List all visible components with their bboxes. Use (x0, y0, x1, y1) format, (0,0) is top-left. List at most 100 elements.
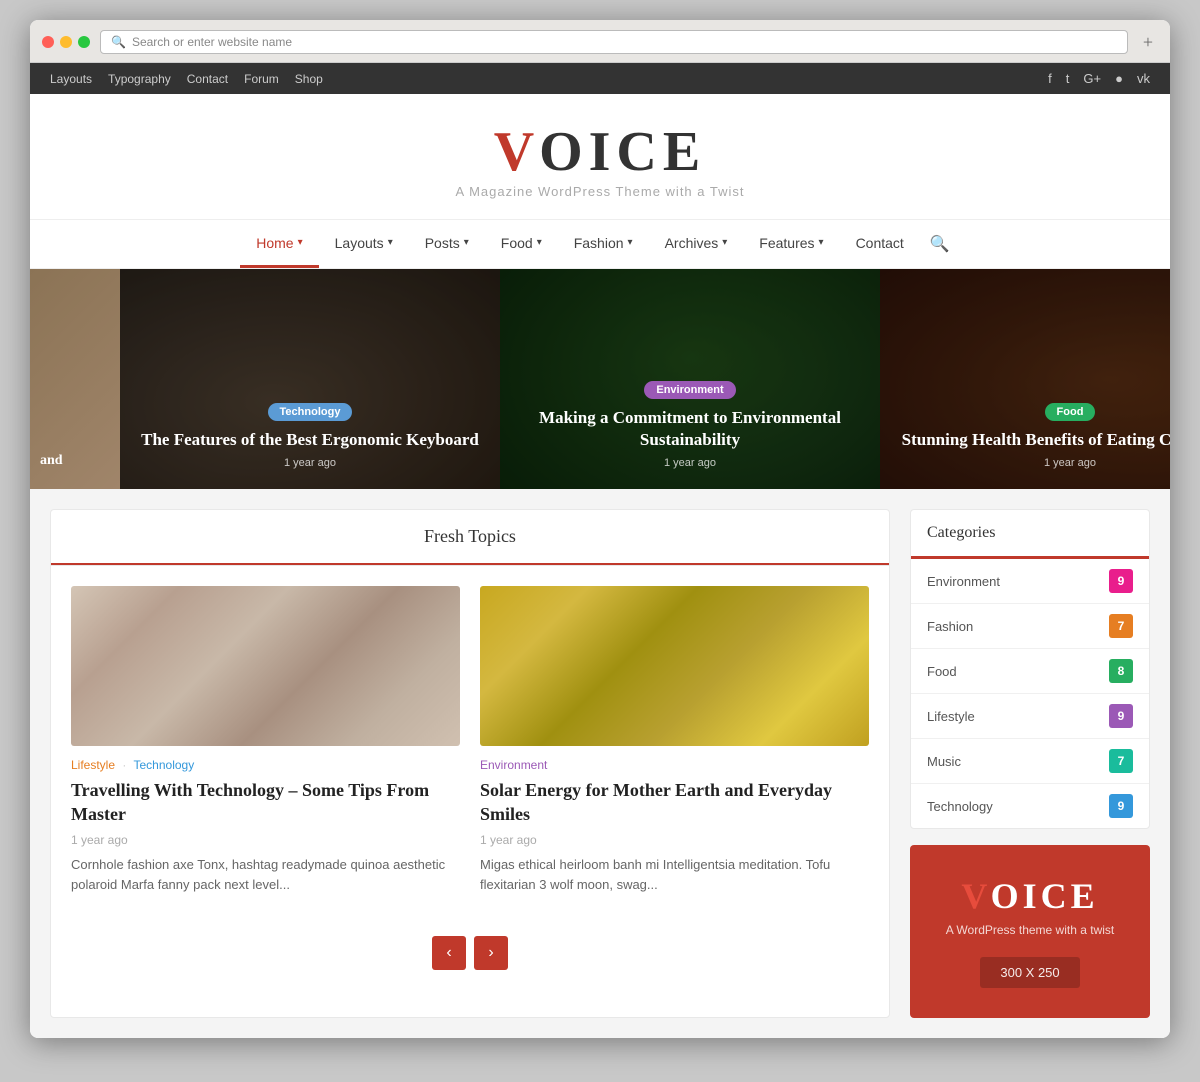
category-item-lifestyle[interactable]: Lifestyle 9 (911, 694, 1149, 739)
nav-item-features[interactable]: Features ▾ (743, 221, 839, 268)
googleplus-icon[interactable]: G+ (1083, 71, 1101, 86)
article-2-cat-environment[interactable]: Environment (480, 758, 547, 772)
category-count-environment: 9 (1109, 569, 1133, 593)
slide-1-title: The Features of the Best Ergonomic Keybo… (135, 429, 485, 451)
category-item-food[interactable]: Food 8 (911, 649, 1149, 694)
fresh-topics-title: Fresh Topics (424, 526, 516, 546)
fresh-topics-header: Fresh Topics (51, 510, 889, 566)
nav-item-contact[interactable]: Contact (840, 221, 920, 268)
category-name-lifestyle: Lifestyle (927, 709, 975, 724)
nav-item-home[interactable]: Home ▾ (240, 221, 318, 268)
article-1-cat-technology[interactable]: Technology (134, 758, 195, 772)
category-item-music[interactable]: Music 7 (911, 739, 1149, 784)
category-name-technology: Technology (927, 799, 993, 814)
category-item-fashion[interactable]: Fashion 7 (911, 604, 1149, 649)
ad-size: 300 X 250 (980, 957, 1079, 988)
new-tab-button[interactable]: + (1138, 32, 1158, 52)
next-page-button[interactable]: › (474, 936, 508, 970)
carousel-slide-1[interactable]: Technology The Features of the Best Ergo… (120, 269, 500, 489)
topbar-link-typography[interactable]: Typography (108, 72, 171, 86)
chevron-down-icon: ▾ (537, 237, 542, 248)
social-links: f t G+ ● vk (1048, 71, 1150, 86)
pagination: ‹ › (51, 916, 889, 990)
topbar-link-forum[interactable]: Forum (244, 72, 279, 86)
ad-tagline: A WordPress theme with a twist (930, 923, 1130, 937)
site-tagline: A Magazine WordPress Theme with a Twist (50, 184, 1150, 199)
article-2-categories: Environment (480, 758, 869, 772)
minimize-button[interactable] (60, 36, 72, 48)
main-nav: Home ▾ Layouts ▾ Posts ▾ Food ▾ Fashion … (30, 219, 1170, 269)
top-bar: Layouts Typography Contact Forum Shop f … (30, 63, 1170, 94)
ad-logo-v: V (961, 876, 990, 916)
maximize-button[interactable] (78, 36, 90, 48)
slide-2-content: Environment Making a Commitment to Envir… (500, 380, 880, 469)
browser-window: 🔍 Search or enter website name + Layouts… (30, 20, 1170, 1038)
prev-page-button[interactable]: ‹ (432, 936, 466, 970)
logo-v: V (494, 121, 539, 183)
nav-item-archives[interactable]: Archives ▾ (649, 221, 744, 268)
article-2-excerpt: Migas ethical heirloom banh mi Intellige… (480, 855, 869, 897)
topbar-link-contact[interactable]: Contact (187, 72, 228, 86)
article-2-img-placeholder (480, 586, 869, 746)
slide-3-title: Stunning Health Benefits of Eating Choco… (895, 429, 1170, 451)
site-logo[interactable]: VOICE (50, 124, 1150, 180)
ad-widget[interactable]: VOICE A WordPress theme with a twist 300… (910, 845, 1150, 1018)
article-card-2: Environment Solar Energy for Mother Eart… (480, 586, 869, 896)
categories-widget: Categories Environment 9 Fashion 7 Food … (910, 509, 1150, 829)
slide-1-badge: Technology (268, 403, 353, 421)
nav-item-food[interactable]: Food ▾ (485, 221, 558, 268)
site-header: VOICE A Magazine WordPress Theme with a … (30, 94, 1170, 219)
article-2-title[interactable]: Solar Energy for Mother Earth and Everyd… (480, 778, 869, 827)
slide-3-date: 1 year ago (895, 457, 1170, 469)
categories-title: Categories (911, 510, 1149, 559)
carousel-slide-3[interactable]: Food Stunning Health Benefits of Eating … (880, 269, 1170, 489)
category-name-music: Music (927, 754, 961, 769)
partial-left-text: and (40, 453, 63, 469)
ad-logo: VOICE (930, 875, 1130, 917)
main-content: Fresh Topics Lifestyle · Technology Trav… (30, 489, 1170, 1038)
chevron-down-icon: ▾ (464, 237, 469, 248)
topbar-link-shop[interactable]: Shop (295, 72, 323, 86)
cat-separator: · (122, 758, 126, 772)
browser-chrome: 🔍 Search or enter website name + (30, 20, 1170, 63)
close-button[interactable] (42, 36, 54, 48)
article-2-image[interactable] (480, 586, 869, 746)
category-count-fashion: 7 (1109, 614, 1133, 638)
article-card-1: Lifestyle · Technology Travelling With T… (71, 586, 460, 896)
article-2-date: 1 year ago (480, 833, 869, 847)
category-name-environment: Environment (927, 574, 1000, 589)
search-icon: 🔍 (111, 35, 126, 49)
article-1-title[interactable]: Travelling With Technology – Some Tips F… (71, 778, 460, 827)
category-count-food: 8 (1109, 659, 1133, 683)
facebook-icon[interactable]: f (1048, 71, 1052, 86)
nav-item-layouts[interactable]: Layouts ▾ (319, 221, 409, 268)
chevron-down-icon: ▾ (819, 237, 824, 248)
category-list: Environment 9 Fashion 7 Food 8 Lifestyle… (911, 559, 1149, 828)
twitter-icon[interactable]: t (1066, 71, 1070, 86)
category-item-environment[interactable]: Environment 9 (911, 559, 1149, 604)
slide-1-content: Technology The Features of the Best Ergo… (120, 402, 500, 469)
article-1-cat-lifestyle[interactable]: Lifestyle (71, 758, 115, 772)
slide-2-date: 1 year ago (515, 457, 865, 469)
article-1-excerpt: Cornhole fashion axe Tonx, hashtag ready… (71, 855, 460, 897)
slide-3-badge: Food (1045, 403, 1096, 421)
carousel-slide-2[interactable]: Environment Making a Commitment to Envir… (500, 269, 880, 489)
nav-item-posts[interactable]: Posts ▾ (409, 221, 485, 268)
search-button[interactable]: 🔍 (920, 220, 960, 268)
article-1-image[interactable] (71, 586, 460, 746)
chevron-down-icon: ▾ (628, 237, 633, 248)
carousel-partial-left[interactable]: and (30, 269, 120, 489)
category-count-technology: 9 (1109, 794, 1133, 818)
vk-icon[interactable]: vk (1137, 71, 1150, 86)
category-item-technology[interactable]: Technology 9 (911, 784, 1149, 828)
instagram-icon[interactable]: ● (1115, 71, 1123, 86)
category-count-music: 7 (1109, 749, 1133, 773)
category-name-food: Food (927, 664, 957, 679)
slide-2-badge: Environment (644, 381, 735, 399)
article-1-img-placeholder (71, 586, 460, 746)
nav-item-fashion[interactable]: Fashion ▾ (558, 221, 649, 268)
topbar-link-layouts[interactable]: Layouts (50, 72, 92, 86)
browser-dots (42, 36, 90, 48)
chevron-down-icon: ▾ (722, 237, 727, 248)
address-bar[interactable]: 🔍 Search or enter website name (100, 30, 1128, 54)
